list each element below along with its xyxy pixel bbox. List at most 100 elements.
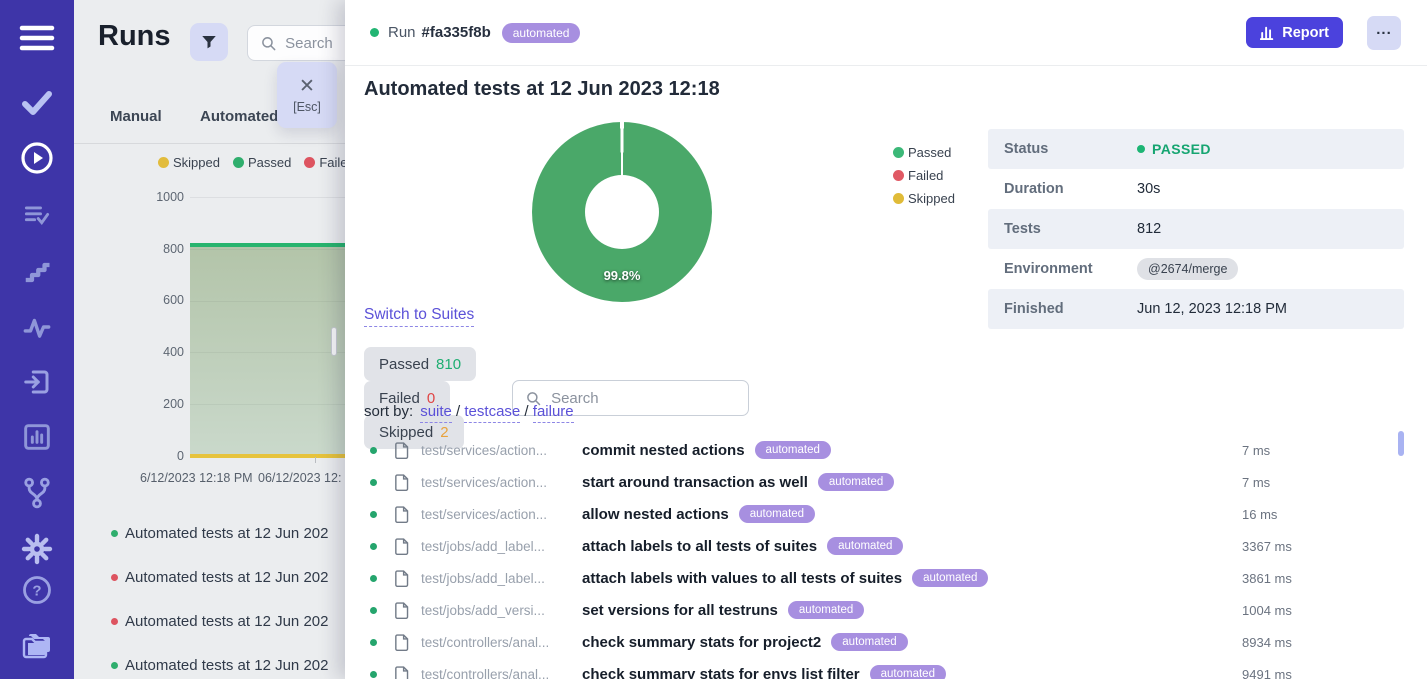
tab-automated[interactable]: Automated [200, 108, 278, 125]
sidebar-item-checks[interactable] [17, 83, 57, 123]
switch-to-suites-link[interactable]: Switch to Suites [364, 306, 474, 327]
sort-by-testcase-link[interactable]: testcase [464, 403, 520, 423]
test-path: test/services/action... [421, 475, 563, 490]
sort-separator: / [452, 403, 465, 420]
list-check-icon [22, 202, 52, 228]
area-chart-legend: Skipped Passed Failed [158, 155, 345, 170]
runs-panel: Runs ✕ [Esc] Manual Automated Skipped Pa… [74, 0, 345, 679]
funnel-icon [200, 33, 218, 51]
test-row[interactable]: test/services/action... start around tra… [345, 466, 1427, 498]
legend-item-passed: Passed [233, 155, 291, 170]
runs-search-input[interactable] [285, 35, 345, 52]
test-row[interactable]: test/jobs/add_label... attach labels to … [345, 530, 1427, 562]
file-icon [394, 442, 409, 459]
test-duration: 7 ms [1242, 475, 1270, 490]
sort-by-row: sort by: suite / testcase / failure [364, 403, 574, 420]
run-title: Automated tests at 12 Jun 2023 12:18 [364, 78, 720, 101]
test-duration: 16 ms [1242, 507, 1277, 522]
page-title: Runs [98, 20, 171, 53]
tests-scrollbar[interactable] [1398, 431, 1404, 456]
test-row[interactable]: test/services/action... commit nested ac… [345, 434, 1427, 466]
run-list-item-label: Automated tests at 12 Jun 202 [125, 569, 328, 586]
run-list-item-label: Automated tests at 12 Jun 202 [125, 525, 328, 542]
run-status-dot [111, 662, 118, 669]
summary-value: 30s [1137, 181, 1160, 197]
sidebar-item-branches[interactable] [17, 473, 57, 513]
test-status-dot [370, 671, 377, 678]
report-button[interactable]: Report [1246, 17, 1343, 48]
donut-legend-item-passed: Passed [893, 141, 955, 164]
run-list-item[interactable]: Automated tests at 12 Jun 202 [74, 567, 345, 587]
tests-list: test/services/action... commit nested ac… [345, 434, 1427, 679]
svg-text:?: ? [32, 583, 41, 600]
summary-row-tests: Tests 812 [988, 209, 1404, 249]
sidebar-item-milestones[interactable] [17, 250, 57, 290]
test-row[interactable]: test/controllers/anal... check summary s… [345, 658, 1427, 679]
run-list-item[interactable]: Automated tests at 12 Jun 202 [74, 611, 345, 631]
check-icon [21, 90, 53, 116]
test-status-dot [370, 479, 377, 486]
sort-by-label: sort by: [364, 403, 413, 420]
more-actions-button[interactable]: ... [1367, 16, 1401, 50]
summary-label: Duration [1004, 181, 1137, 197]
donut-legend: Passed Failed Skipped [893, 141, 955, 210]
runs-panel-scrollbar[interactable] [331, 327, 337, 356]
test-row[interactable]: test/controllers/anal... check summary s… [345, 626, 1427, 658]
bar-chart-icon [21, 421, 53, 453]
test-name: start around transaction as well [582, 474, 808, 491]
summary-row-environment: Environment @2674/merge [988, 249, 1404, 289]
test-name: allow nested actions [582, 506, 729, 523]
test-name: check summary stats for project2 [582, 634, 821, 651]
run-type-badge: automated [502, 23, 581, 43]
test-path: test/jobs/add_versi... [421, 603, 563, 618]
menu-icon[interactable] [17, 18, 57, 58]
esc-hint: [Esc] [293, 100, 321, 114]
run-list-item[interactable]: Automated tests at 12 Jun 202 [74, 523, 345, 543]
sidebar-item-import[interactable] [17, 362, 57, 402]
sort-by-failure-link[interactable]: failure [533, 403, 574, 423]
test-status-dot [370, 543, 377, 550]
sidebar-item-runs[interactable] [17, 138, 57, 178]
filter-passed-button[interactable]: Passed 810 [364, 347, 476, 381]
test-row[interactable]: test/jobs/add_label... attach labels wit… [345, 562, 1427, 594]
sidebar-item-test-plans[interactable] [17, 195, 57, 235]
test-row[interactable]: test/services/action... allow nested act… [345, 498, 1427, 530]
test-tag-badge: automated [739, 505, 815, 523]
y-tick-label: 800 [144, 242, 184, 256]
app: ? Runs ✕ [Esc] Manual Automated Skipped … [0, 0, 1427, 679]
sort-by-suite-link[interactable]: suite [420, 403, 452, 423]
test-tag-badge: automated [912, 569, 988, 587]
sidebar-item-settings[interactable] [17, 529, 57, 569]
run-summary-table: Status PASSED Duration 30s Tests 812 Env… [988, 129, 1404, 329]
test-status-dot [370, 639, 377, 646]
sidebar-item-help[interactable]: ? [17, 570, 57, 610]
run-label: Run [388, 24, 416, 41]
sidebar-item-analytics[interactable] [17, 307, 57, 347]
test-path: test/controllers/anal... [421, 635, 563, 650]
tab-manual[interactable]: Manual [110, 108, 162, 125]
sidebar-item-projects[interactable] [17, 626, 57, 666]
runs-trend-chart [190, 197, 345, 456]
legend-label: Failed [319, 155, 345, 170]
close-icon[interactable]: ✕ [299, 77, 315, 96]
test-path: test/controllers/anal... [421, 667, 563, 679]
environment-pill[interactable]: @2674/merge [1137, 258, 1238, 280]
search-icon [261, 35, 276, 52]
file-icon [394, 602, 409, 619]
summary-row-finished: Finished Jun 12, 2023 12:18 PM [988, 289, 1404, 329]
x-axis-tick [315, 457, 316, 463]
test-tag-badge: automated [755, 441, 831, 459]
test-status-dot [370, 447, 377, 454]
test-tag-badge: automated [827, 537, 903, 555]
test-path: test/jobs/add_label... [421, 539, 563, 554]
test-tag-badge: automated [831, 633, 907, 651]
hamburger-icon [19, 24, 55, 52]
y-tick-label: 200 [144, 397, 184, 411]
run-list-item[interactable]: Automated tests at 12 Jun 202 [74, 655, 345, 675]
sign-in-icon [21, 367, 53, 397]
legend-item-skipped: Skipped [158, 155, 220, 170]
tests-search-input[interactable] [551, 390, 738, 407]
sidebar-item-reports[interactable] [17, 417, 57, 457]
test-row[interactable]: test/jobs/add_versi... set versions for … [345, 594, 1427, 626]
filter-button[interactable] [190, 23, 228, 61]
